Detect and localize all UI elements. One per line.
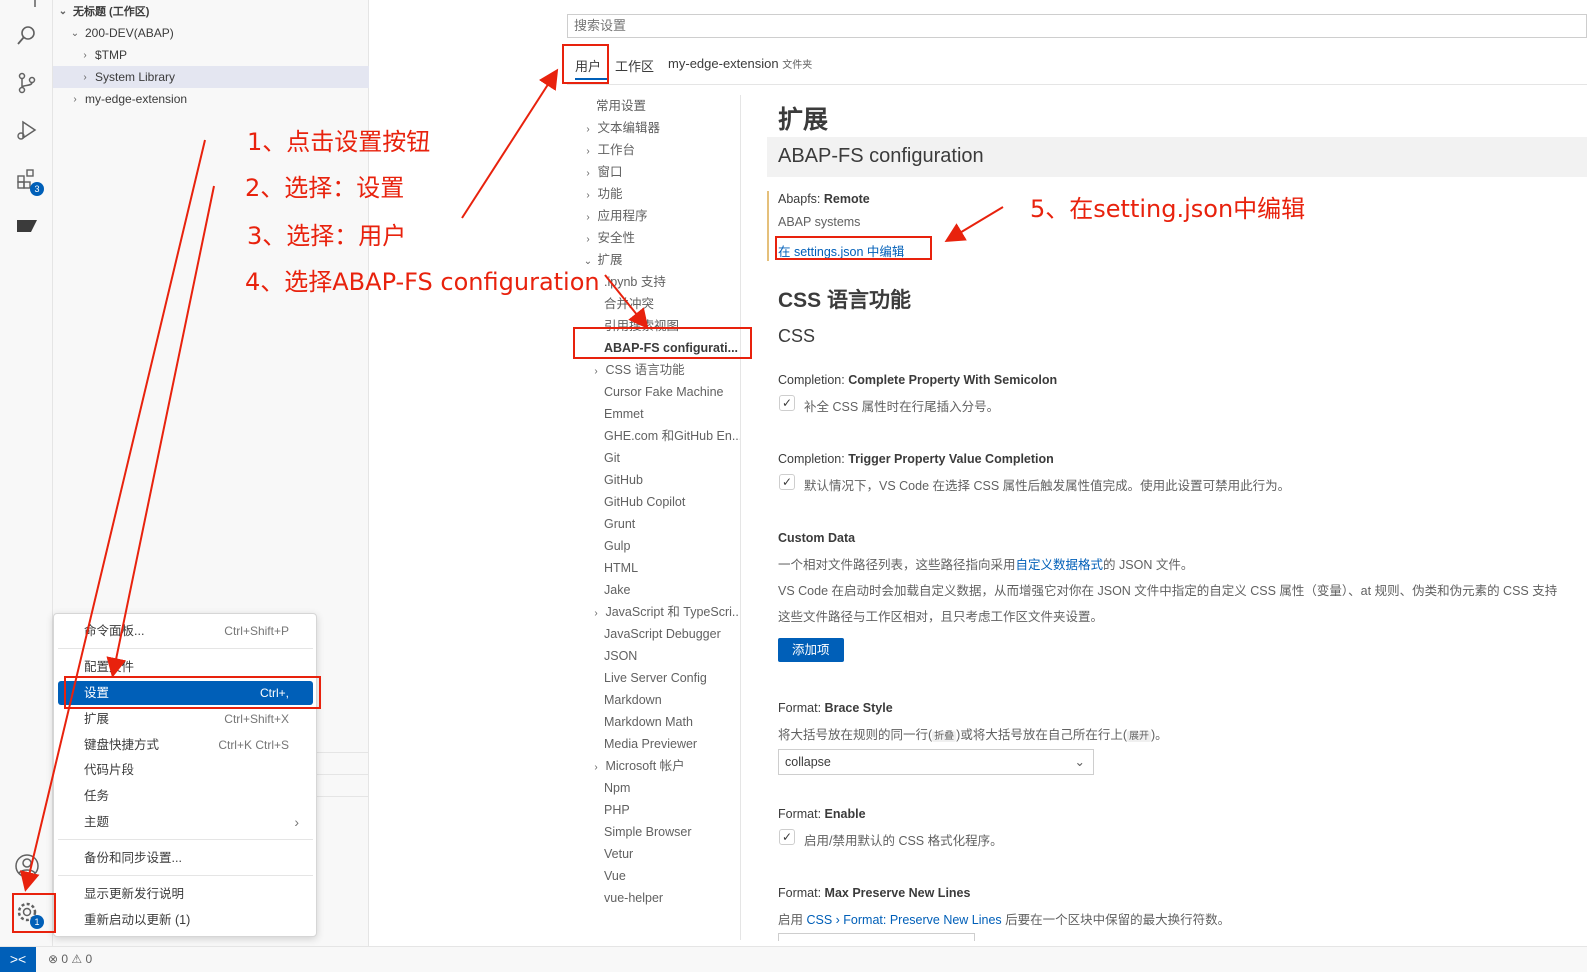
arrow-to-abapfs xyxy=(604,274,649,330)
arrow-to-settings xyxy=(106,185,215,678)
annotation-arrows xyxy=(19,68,1004,892)
arrow-to-user-tab xyxy=(461,68,559,219)
vscode-window: 3 1 ⌄ 无标题 (工作区) ⌄ 200-DEV(ABAP) › $TMP ›… xyxy=(0,0,1587,972)
arrow-to-edit-json xyxy=(944,206,1004,243)
arrow-to-gear xyxy=(19,139,206,892)
